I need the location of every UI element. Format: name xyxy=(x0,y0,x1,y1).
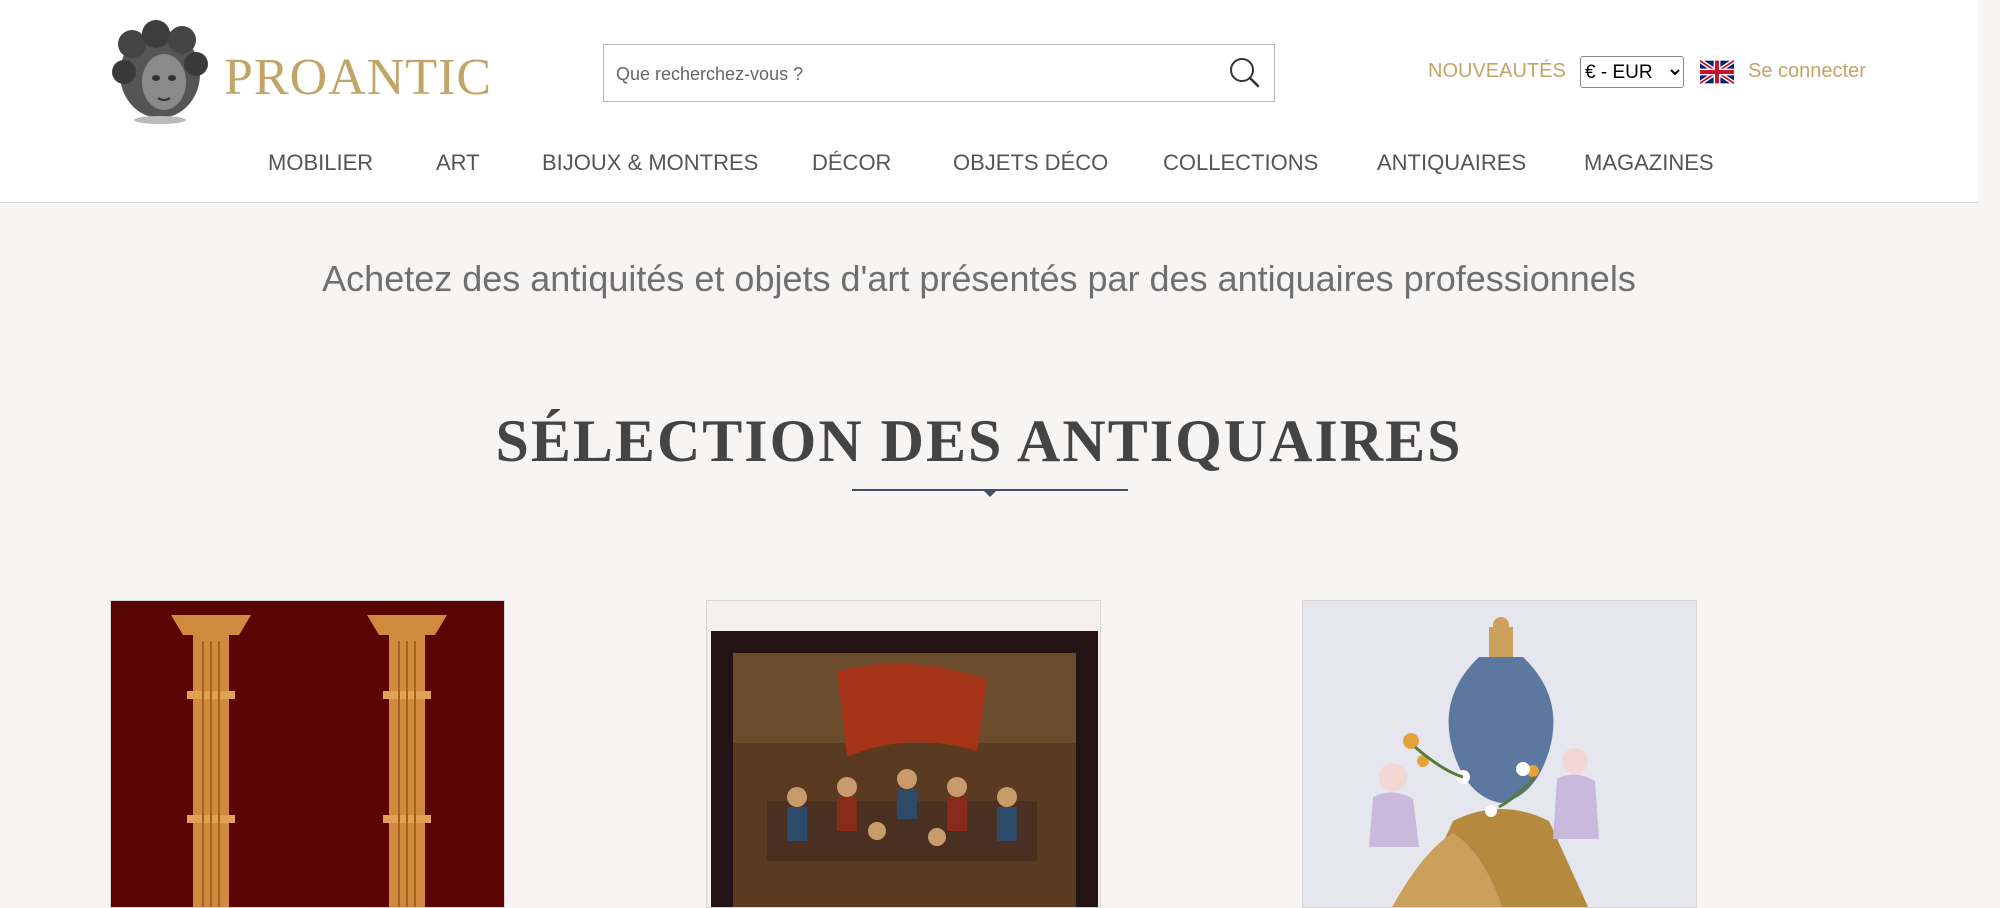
search-input[interactable] xyxy=(614,45,1208,103)
nav-item-collections[interactable]: COLLECTIONS xyxy=(1163,150,1318,176)
nav-item-magazines[interactable]: MAGAZINES xyxy=(1584,150,1714,176)
logo-head-icon xyxy=(112,20,208,124)
product-card-painting[interactable] xyxy=(706,600,1101,908)
nav-item-decor[interactable]: DÉCOR xyxy=(812,150,891,176)
nav-item-art[interactable]: ART xyxy=(436,150,480,176)
login-link[interactable]: Se connecter xyxy=(1748,60,1866,83)
candlesticks-image xyxy=(111,601,504,907)
nouveautes-link[interactable]: NOUVEAUTÉS xyxy=(1428,60,1566,83)
tagline: Achetez des antiquités et objets d'art p… xyxy=(322,258,1636,299)
uk-flag-icon[interactable] xyxy=(1700,60,1734,84)
logo-text: PROANTIC xyxy=(224,49,493,106)
product-card-candlesticks[interactable] xyxy=(110,600,505,908)
nav-item-antiquaires[interactable]: ANTIQUAIRES xyxy=(1377,150,1526,176)
porcelain-vase-image xyxy=(1303,601,1696,907)
product-card-porcelain[interactable] xyxy=(1302,600,1697,908)
search-icon[interactable] xyxy=(1222,53,1266,93)
search-box xyxy=(603,44,1275,103)
nav-item-mobilier[interactable]: MOBILIER xyxy=(268,150,373,176)
section-title: SÉLECTION DES ANTIQUAIRES xyxy=(495,408,1463,474)
title-divider-notch xyxy=(982,489,998,497)
site-header: PROANTIC NOUVEAUTÉS € - EUR Se connecter… xyxy=(0,0,1978,203)
logo-link[interactable]: PROANTIC xyxy=(112,20,491,124)
main-nav: MOBILIER ART BIJOUX & MONTRES DÉCOR OBJE… xyxy=(0,124,1978,200)
nav-item-bijoux-montres[interactable]: BIJOUX & MONTRES xyxy=(542,150,758,176)
currency-select[interactable]: € - EUR xyxy=(1580,56,1684,88)
nav-item-objets-deco[interactable]: OBJETS DÉCO xyxy=(953,150,1108,176)
tavern-painting-image xyxy=(707,601,1100,907)
